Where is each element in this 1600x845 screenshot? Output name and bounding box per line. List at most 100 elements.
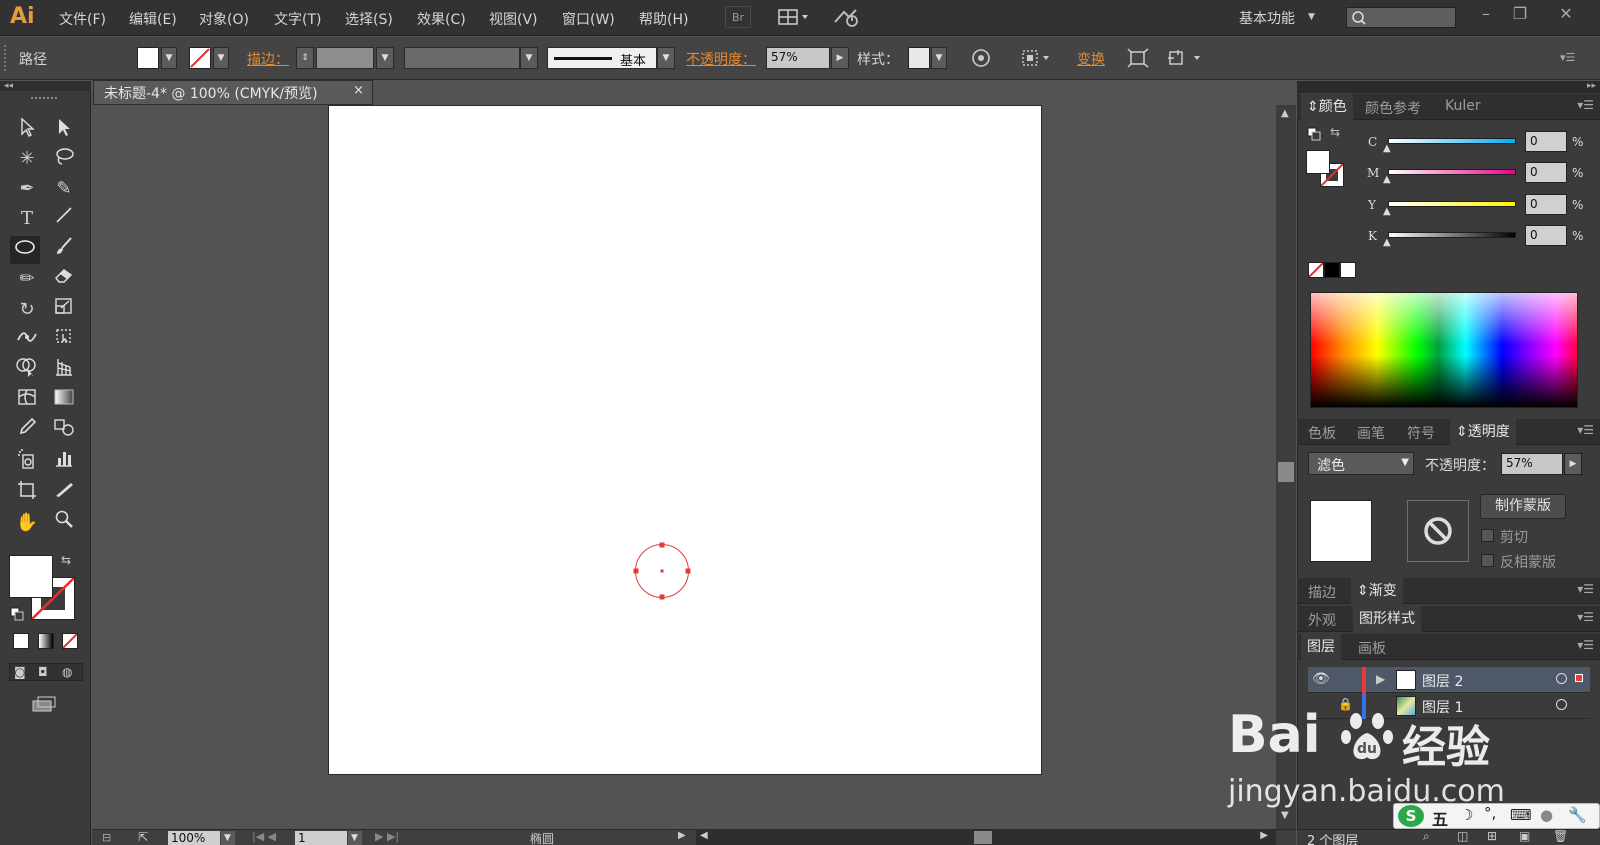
make-mask-button[interactable]: 制作蒙版	[1480, 494, 1566, 519]
symbol-sprayer-tool-icon[interactable]	[12, 448, 42, 476]
scale-tool-icon[interactable]	[49, 296, 79, 324]
draw-inside-icon[interactable]: ◍	[62, 665, 72, 679]
workspace-switcher[interactable]: 基本功能	[1239, 8, 1295, 28]
close-tab-button[interactable]: ×	[353, 83, 364, 98]
stroke-panel-menu-icon[interactable]: ▾☰	[1577, 582, 1594, 596]
color-panel-menu-icon[interactable]: ▾☰	[1577, 98, 1594, 112]
screen-mode-icon[interactable]	[31, 695, 57, 713]
layers-panel-menu-icon[interactable]: ▾☰	[1577, 638, 1594, 652]
tab-artboards[interactable]: 画板	[1358, 638, 1386, 658]
invert-mask-checkbox[interactable]	[1481, 554, 1494, 567]
horizontal-scrollbar[interactable]: ◀ ▶	[696, 830, 1276, 845]
menu-view[interactable]: 视图(V)	[489, 9, 538, 29]
blend-tool-icon[interactable]	[49, 417, 79, 445]
tools-grip[interactable]	[31, 97, 57, 100]
menu-file[interactable]: 文件(F)	[59, 9, 106, 29]
brush-definition-field[interactable]: 基本	[547, 47, 657, 69]
opacity-input[interactable]: 57%	[766, 47, 830, 69]
bridge-button[interactable]: Br	[725, 6, 751, 28]
color-mode-icon[interactable]	[13, 633, 29, 649]
mask-thumbnail[interactable]	[1407, 500, 1469, 562]
selected-ellipse[interactable]	[329, 106, 1043, 776]
tab-stroke[interactable]: 描边	[1308, 582, 1336, 602]
tab-swatches[interactable]: 色板	[1308, 423, 1336, 443]
stroke-dropdown[interactable]: ▼	[213, 47, 229, 69]
zoom-tool-icon[interactable]	[49, 509, 79, 537]
none-mode-icon[interactable]	[62, 633, 78, 649]
slice-tool-icon[interactable]	[49, 479, 79, 507]
magenta-slider[interactable]	[1388, 169, 1516, 175]
eyedropper-tool-icon[interactable]	[12, 417, 42, 445]
target-circle-icon[interactable]	[1556, 699, 1567, 710]
appearance-panel-menu-icon[interactable]: ▾☰	[1577, 610, 1594, 624]
ellipse-tool-icon[interactable]	[10, 236, 40, 264]
stroke-panel-link[interactable]: 描边：	[247, 49, 289, 69]
color-panel-fill-box[interactable]	[1306, 150, 1330, 174]
color-spectrum[interactable]	[1310, 292, 1578, 408]
vertical-scroll-thumb[interactable]	[1278, 462, 1294, 482]
artboard-tool-icon[interactable]	[12, 479, 42, 507]
help-search-input[interactable]	[1346, 7, 1456, 28]
shape-options-icon[interactable]	[1166, 47, 1206, 69]
menu-help[interactable]: 帮助(H)	[639, 9, 688, 29]
tab-kuler[interactable]: Kuler	[1445, 98, 1481, 114]
graphic-style-swatch[interactable]	[908, 47, 930, 69]
default-fill-stroke-icon[interactable]	[10, 607, 24, 621]
yellow-input[interactable]: 0	[1525, 194, 1567, 215]
magenta-slider-thumb[interactable]: ▲	[1383, 174, 1391, 185]
white-swatch[interactable]	[1340, 262, 1356, 278]
stroke-weight-dropdown[interactable]: ▼	[376, 47, 394, 69]
keyboard-icon[interactable]: ⌨	[1510, 806, 1532, 824]
gpu-performance-icon[interactable]	[830, 6, 864, 28]
magenta-input[interactable]: 0	[1525, 162, 1567, 183]
target-circle-icon[interactable]	[1556, 673, 1567, 684]
first-artboard-icon[interactable]: |◀ ◀	[252, 830, 276, 843]
type-tool-icon[interactable]: T	[12, 205, 42, 233]
scroll-right-icon[interactable]: ▶	[1260, 830, 1268, 841]
new-layer-icon[interactable]: ▣	[1519, 829, 1530, 843]
variable-width-profile[interactable]	[404, 47, 520, 69]
sogou-logo-icon[interactable]: S	[1398, 805, 1424, 827]
default-colors-icon[interactable]	[1307, 127, 1321, 141]
magic-wand-tool-icon[interactable]: ✳	[12, 145, 42, 173]
cyan-slider-thumb[interactable]: ▲	[1383, 143, 1391, 154]
black-swatch[interactable]	[1324, 262, 1340, 278]
tab-color[interactable]: ⇕颜色	[1301, 94, 1353, 120]
make-clipping-mask-icon[interactable]: ◫	[1457, 829, 1468, 843]
ime-mode[interactable]: 五	[1432, 806, 1448, 830]
panel-grip[interactable]	[4, 45, 7, 71]
artboard-dropdown[interactable]: ▼	[348, 831, 362, 845]
tab-symbols[interactable]: 符号	[1407, 423, 1435, 443]
close-window-button[interactable]: ✕	[1550, 4, 1582, 24]
pen-tool-icon[interactable]: ✒	[12, 175, 42, 203]
zoom-input[interactable]: 100%	[168, 831, 220, 845]
align-to-selection-icon[interactable]	[1020, 47, 1054, 69]
none-swatch[interactable]	[1308, 262, 1324, 278]
horizontal-scroll-thumb[interactable]	[974, 831, 992, 844]
column-graph-tool-icon[interactable]	[49, 448, 79, 476]
opacity-panel-link[interactable]: 不透明度：	[686, 49, 756, 69]
fill-swatch[interactable]	[137, 47, 159, 69]
last-artboard-icon[interactable]: ▶ ▶|	[375, 830, 399, 843]
zoom-dropdown[interactable]: ▼	[221, 831, 235, 845]
arrange-documents-icon[interactable]	[775, 6, 815, 28]
black-slider-thumb[interactable]: ▲	[1383, 237, 1391, 248]
blend-mode-select[interactable]: 滤色 ▼	[1308, 452, 1414, 475]
swap-colors-icon[interactable]: ⇆	[1330, 125, 1340, 139]
artboard[interactable]	[328, 105, 1042, 775]
scroll-up-icon[interactable]: ▲	[1281, 108, 1289, 119]
stroke-swatch[interactable]	[189, 47, 211, 69]
transparency-panel-menu-icon[interactable]: ▾☰	[1577, 423, 1594, 437]
recolor-artwork-icon[interactable]	[970, 47, 992, 69]
menu-window[interactable]: 窗口(W)	[562, 9, 615, 29]
selection-indicator[interactable]	[1575, 674, 1583, 682]
black-input[interactable]: 0	[1525, 225, 1567, 246]
stroke-weight-input[interactable]	[316, 47, 374, 69]
tab-brushes[interactable]: 画笔	[1357, 423, 1385, 443]
tools-collapse-icon[interactable]: ◂◂	[0, 81, 91, 91]
restore-button[interactable]: ❐	[1504, 4, 1536, 24]
direct-selection-tool-icon[interactable]	[49, 116, 79, 144]
draw-behind-icon[interactable]: ◘	[38, 665, 48, 679]
paintbrush-tool-icon[interactable]	[49, 236, 79, 264]
gradient-tool-icon[interactable]	[49, 387, 79, 415]
